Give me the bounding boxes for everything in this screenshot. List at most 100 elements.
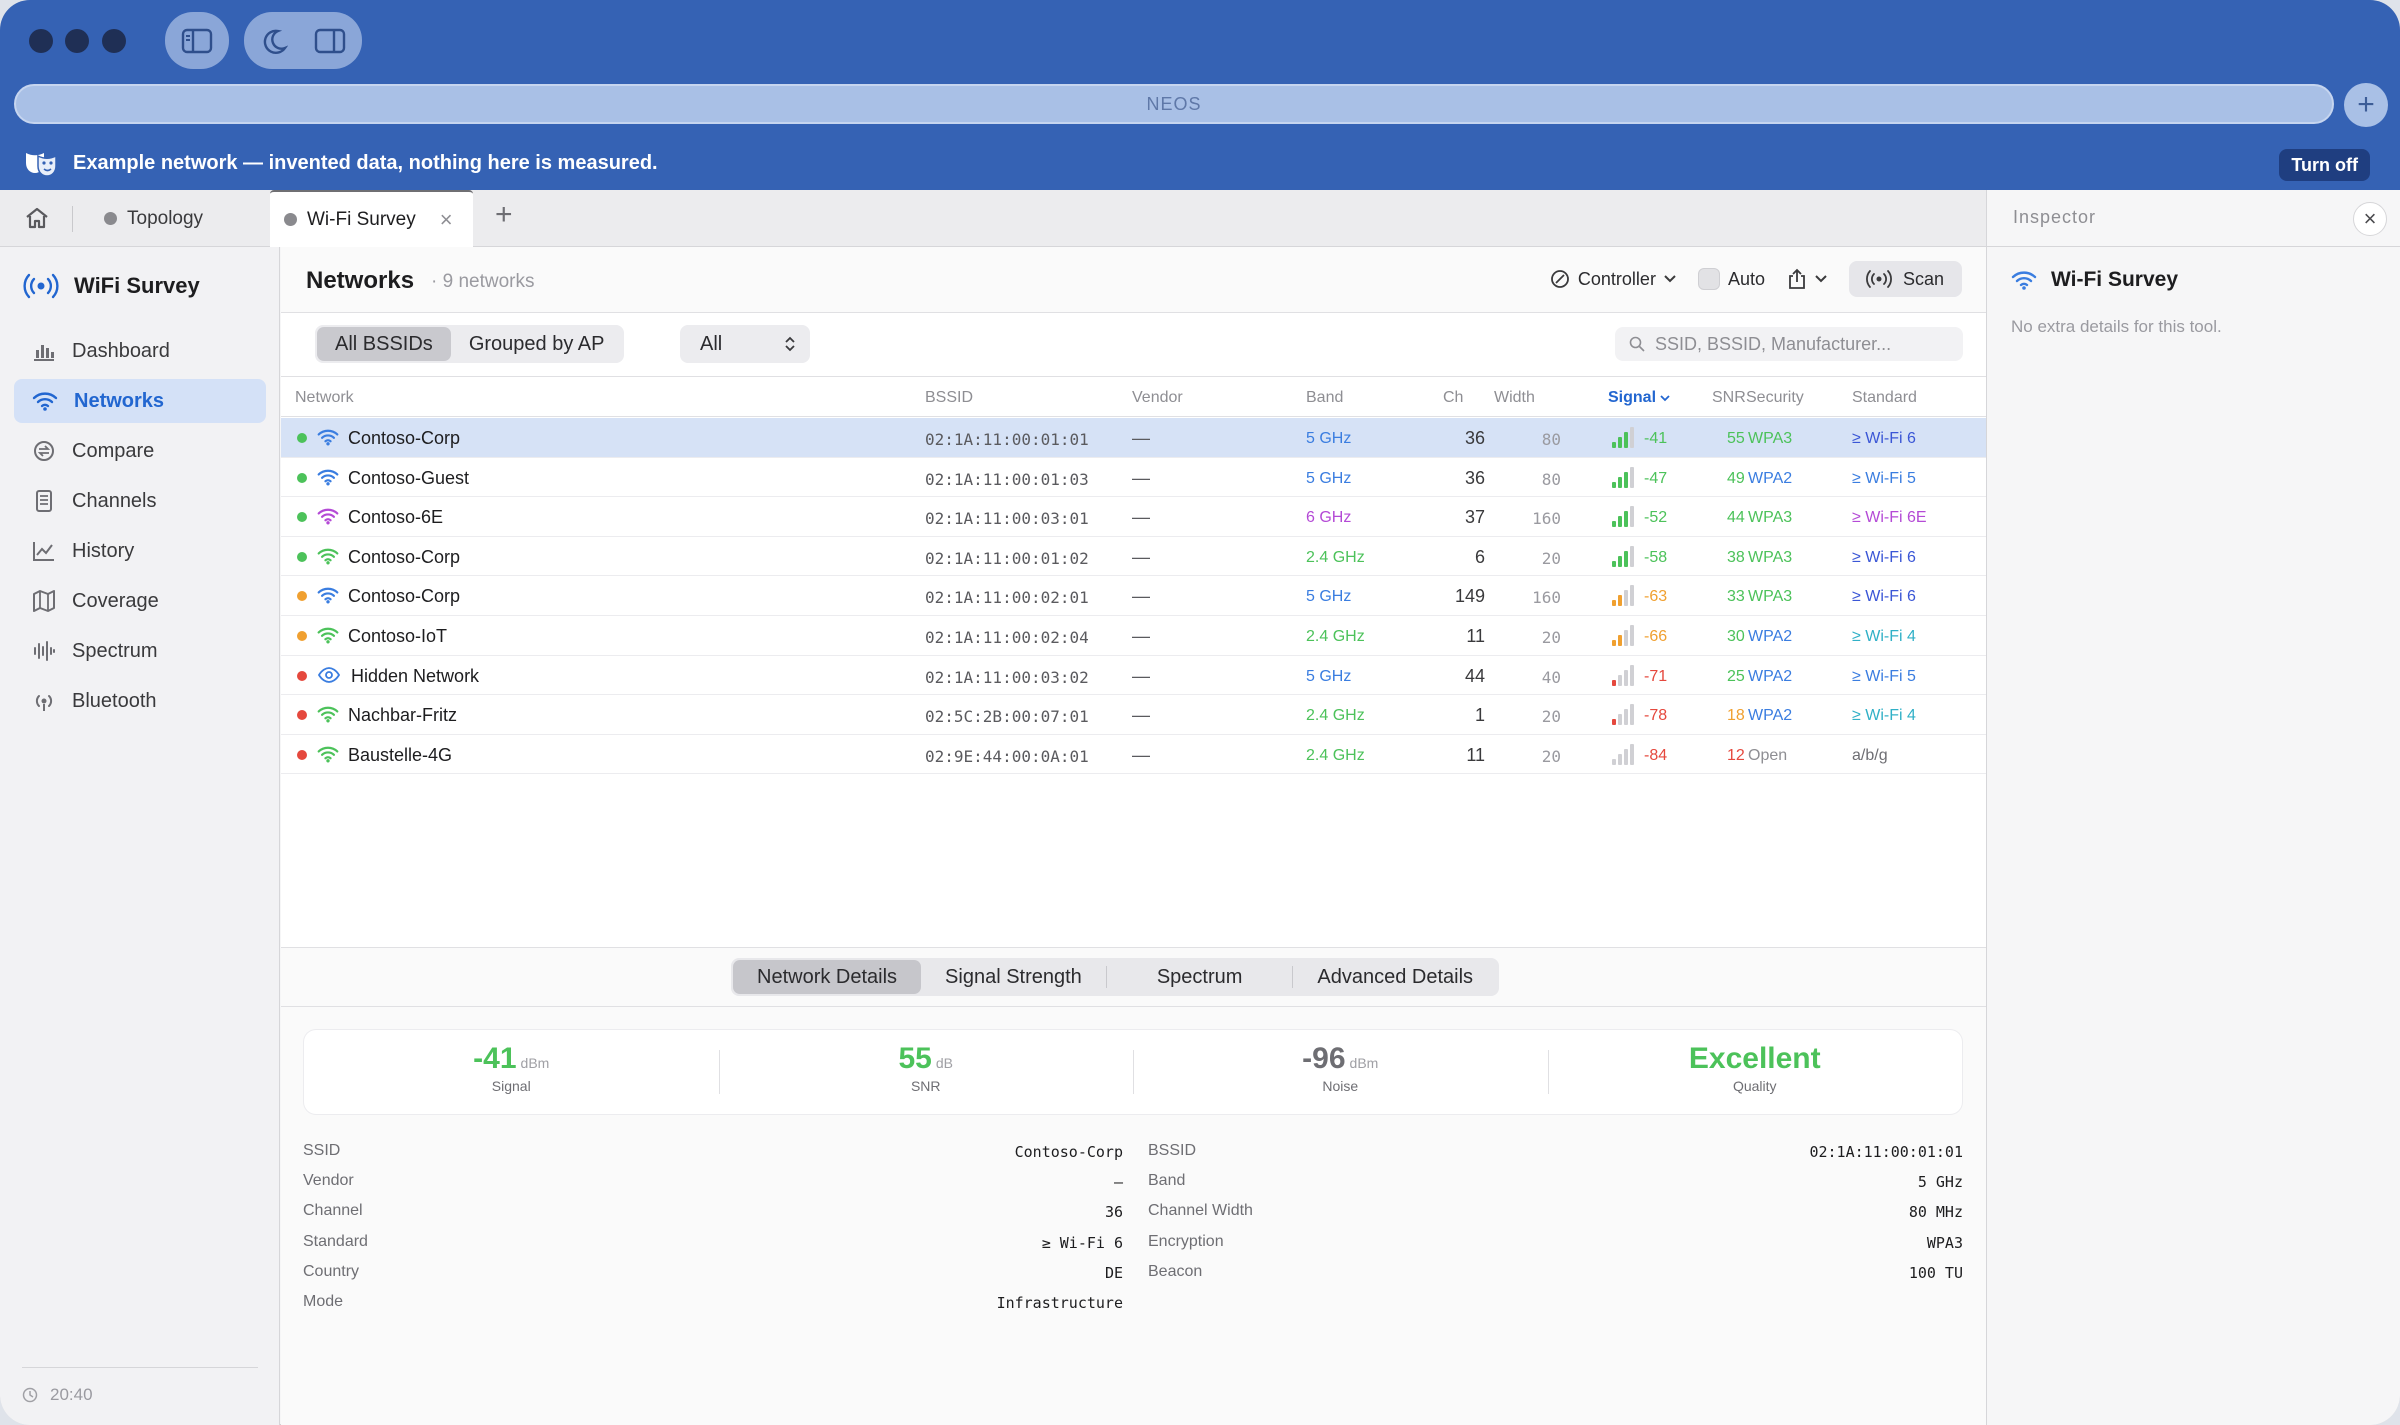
segment-grouped-by-ap[interactable]: Grouped by AP: [451, 327, 623, 361]
tab-separator: [72, 206, 73, 232]
tab-label: Wi-Fi Survey: [307, 208, 416, 230]
cell-standard: ≥ Wi-Fi 5: [1852, 469, 1916, 487]
share-menu[interactable]: [1787, 268, 1827, 290]
sidebar-item-label: Dashboard: [72, 339, 170, 362]
cell-security: WPA3: [1748, 548, 1793, 566]
cell-vendor: —: [1132, 625, 1150, 646]
signal-bars: [1612, 743, 1634, 765]
detail-pane: Network Details Signal Strength Spectrum…: [281, 947, 1986, 1425]
segment-all-bssids[interactable]: All BSSIDs: [317, 327, 451, 361]
sidebar-item-compare[interactable]: Compare: [14, 429, 266, 473]
controller-menu[interactable]: Controller: [1550, 269, 1676, 290]
cell-security: WPA2: [1748, 667, 1793, 685]
table-row[interactable]: Contoso-Corp 02:1A:11:00:01:02 — 2.4 GHz 6 20…: [281, 537, 1986, 577]
cell-snr: 49: [1727, 469, 1745, 487]
band-filter-select[interactable]: All: [680, 325, 810, 363]
cell-ssid: Contoso-Corp: [348, 546, 461, 567]
cell-bssid: 02:1A:11:00:02:04: [925, 627, 1089, 647]
column-header-band[interactable]: Band: [1306, 389, 1343, 407]
cell-snr: 18: [1727, 707, 1745, 725]
table-row[interactable]: Baustelle-4G 02:9E:44:00:0A:01 — 2.4 GHz 11 2…: [281, 735, 1986, 775]
signal-bars: [1612, 584, 1634, 607]
signal-bar: [1612, 442, 1616, 448]
sidebar-toggle-button[interactable]: [165, 12, 229, 69]
tab-spectrum[interactable]: Spectrum: [1107, 960, 1293, 994]
metric-number: Excellent: [1688, 1042, 1821, 1075]
detail-row: BSSID 02:1A:11:00:01:01: [1148, 1138, 1963, 1168]
cell-snr: 25: [1727, 667, 1745, 685]
sidebar-item-coverage[interactable]: Coverage: [14, 579, 266, 623]
home-icon[interactable]: [24, 206, 50, 230]
tab-signal-strength[interactable]: Signal Strength: [921, 960, 1106, 994]
auto-checkbox[interactable]: [1697, 268, 1720, 290]
signal-bar: [1630, 704, 1634, 726]
sidebar-item-spectrum[interactable]: Spectrum: [14, 629, 266, 673]
wifi-icon: [32, 392, 58, 411]
new-tab-button[interactable]: +: [2344, 83, 2388, 127]
signal-bar: [1618, 437, 1622, 448]
cell-band: 5 GHz: [1306, 430, 1352, 447]
metric-unit: dBm: [1349, 1055, 1379, 1071]
scan-label: Scan: [1902, 268, 1944, 289]
tab-topology[interactable]: Topology: [104, 190, 203, 247]
column-header-standard[interactable]: Standard: [1852, 389, 1917, 407]
table-row[interactable]: Contoso-6E 02:1A:11:00:03:01 — 6 GHz 37 160 -5…: [281, 497, 1986, 537]
column-header-bssid[interactable]: BSSID: [925, 389, 973, 407]
column-header-signal[interactable]: Signal: [1608, 389, 1671, 407]
sidebar-item-channels[interactable]: Channels: [14, 479, 266, 523]
signal-bar: [1630, 624, 1634, 646]
minimize-window-button[interactable]: [65, 29, 89, 53]
column-header-security[interactable]: Security: [1746, 389, 1804, 407]
add-tab-button[interactable]: +: [495, 198, 513, 232]
tab-status-dot: [104, 212, 117, 225]
column-header-width[interactable]: Width: [1494, 389, 1535, 407]
signal-bar: [1630, 585, 1634, 607]
bssid-grouping-control: All BSSIDs Grouped by AP: [315, 325, 625, 363]
close-tab-icon[interactable]: ×: [440, 207, 453, 233]
signal-bar: [1630, 466, 1634, 488]
table-row[interactable]: Contoso-Guest 02:1A:11:00:01:03 — 5 GHz 36 80…: [281, 458, 1986, 498]
column-header-network[interactable]: Network: [295, 389, 354, 407]
app-window: NEOS + Example network — invented data, …: [0, 0, 2400, 1425]
controller-label: Controller: [1577, 268, 1656, 289]
table-row[interactable]: Contoso-Corp 02:1A:11:00:01:01 — 5 GHz 36 80 -…: [281, 418, 1986, 458]
moon-icon[interactable]: [260, 27, 288, 55]
zoom-window-button[interactable]: [102, 29, 126, 53]
filter-bar: All BSSIDs Grouped by AP All SSID, BSSID…: [281, 313, 1986, 377]
turn-off-button[interactable]: Turn off: [2279, 149, 2370, 181]
cell-signal: -78: [1644, 707, 1668, 725]
scan-button[interactable]: Scan: [1848, 261, 1962, 297]
inspector-toggle-icon[interactable]: [314, 28, 346, 54]
metric-unit: dB: [935, 1055, 953, 1071]
column-header-snr[interactable]: SNR: [1712, 389, 1746, 407]
search-input[interactable]: SSID, BSSID, Manufacturer...: [1615, 327, 1963, 361]
status-dot: [297, 670, 307, 681]
sidebar-item-networks[interactable]: Networks: [14, 379, 266, 423]
tab-advanced-details[interactable]: Advanced Details: [1293, 960, 1497, 994]
sidebar-item-bluetooth[interactable]: Bluetooth: [14, 679, 266, 723]
auto-toggle[interactable]: Auto: [1697, 268, 1765, 290]
table-row[interactable]: Contoso-IoT 02:1A:11:00:02:04 — 2.4 GHz 11 20…: [281, 616, 1986, 656]
sidebar-item-history[interactable]: History: [14, 529, 266, 573]
demo-banner-text: Example network — invented data, nothing…: [73, 152, 658, 174]
address-bar[interactable]: NEOS: [14, 84, 2334, 124]
close-inspector-button[interactable]: ×: [2353, 202, 2387, 236]
metric-signal: -41 dBm Signal: [304, 1030, 719, 1114]
cell-vendor: —: [1132, 744, 1150, 765]
networks-toolbar: Networks · 9 networks Controller Auto Sc…: [281, 247, 1986, 313]
cell-width: 20: [1541, 627, 1561, 647]
cell-vendor: —: [1132, 705, 1150, 726]
column-header-vendor[interactable]: Vendor: [1132, 389, 1183, 407]
table-row[interactable]: Contoso-Corp 02:1A:11:00:02:01 — 5 GHz 149 16…: [281, 576, 1986, 616]
tab-wifi-survey[interactable]: Wi-Fi Survey ×: [270, 190, 473, 247]
cell-ssid: Contoso-Corp: [348, 586, 461, 607]
column-header-ch[interactable]: Ch: [1443, 389, 1463, 407]
tab-network-details[interactable]: Network Details: [733, 960, 922, 994]
signal-bars: [1612, 466, 1634, 488]
table-row[interactable]: Hidden Network 02:1A:11:00:03:02 — 5 GHz 44 4…: [281, 656, 1986, 696]
sidebar-item-dashboard[interactable]: Dashboard: [14, 329, 266, 373]
close-window-button[interactable]: [29, 29, 53, 53]
table-row[interactable]: Nachbar-Fritz 02:5C:2B:00:07:01 — 2.4 GHz 1 2…: [281, 695, 1986, 735]
metric-label: Quality: [1732, 1078, 1777, 1094]
detail-value: DE: [1104, 1263, 1123, 1282]
